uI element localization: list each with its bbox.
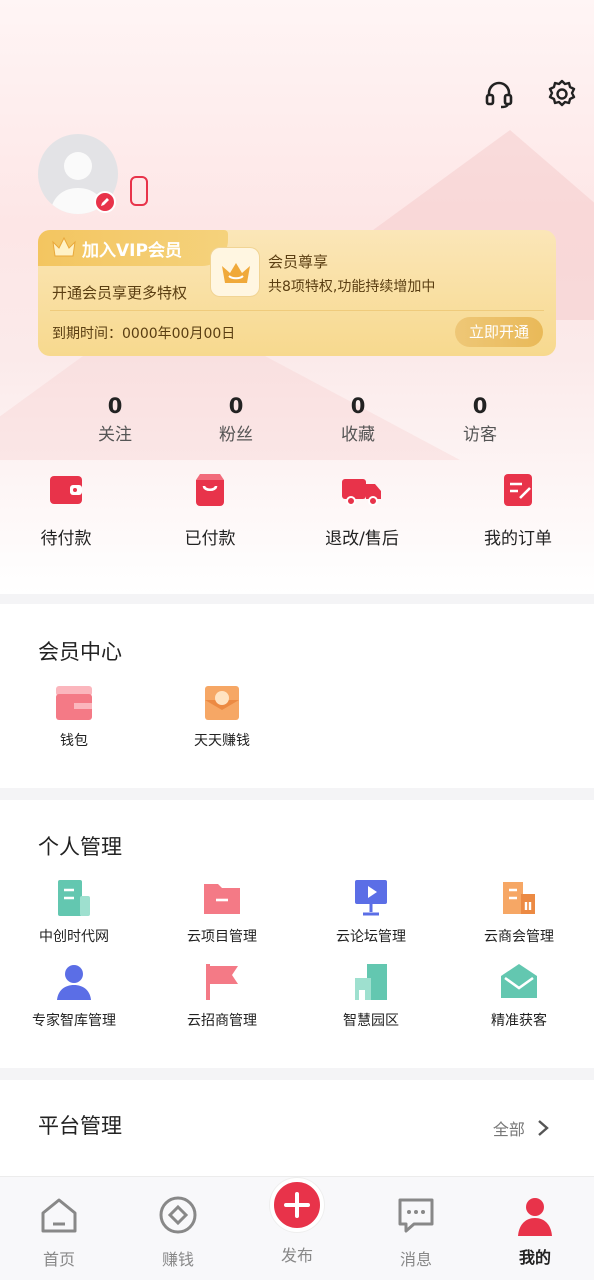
edit-avatar-button[interactable] [94, 191, 116, 213]
headset-icon[interactable] [483, 78, 515, 110]
personal-item[interactable]: 中创时代网 [0, 878, 148, 946]
vip-activate-button[interactable]: 立即开通 [455, 317, 543, 347]
presentation-icon [355, 880, 387, 916]
chat-icon [398, 1198, 434, 1233]
item-label: 中创时代网 [39, 929, 109, 945]
stat-following[interactable]: 0 关注 [65, 392, 165, 450]
stat-fans[interactable]: 0 粉丝 [186, 392, 286, 450]
member-wallet[interactable]: 钱包 [0, 684, 148, 750]
stat-value: 0 [350, 394, 366, 418]
office-icon [503, 882, 535, 914]
tab-mine[interactable]: 我的 [490, 1196, 580, 1268]
item-label: 精准获客 [491, 1013, 547, 1029]
item-label: 钱包 [60, 733, 88, 749]
order-after-sales[interactable]: 退改/售后 [302, 470, 422, 549]
stat-label: 关注 [98, 425, 132, 445]
order-my-orders[interactable]: 我的订单 [458, 470, 578, 549]
vip-expire-date: 到期时间：0000年00月00日 [52, 326, 236, 342]
tab-earn[interactable]: 赚钱 [133, 1196, 223, 1270]
section-title: 个人管理 [38, 835, 122, 859]
tab-publish[interactable]: 发布 [252, 1240, 342, 1266]
username-placeholder[interactable] [130, 176, 148, 206]
stat-value: 0 [228, 394, 244, 418]
view-all-label: 全部 [492, 1120, 525, 1139]
item-label: 云招商管理 [187, 1013, 257, 1029]
section-title: 会员中心 [38, 640, 122, 664]
target-icon [159, 1196, 197, 1234]
personal-item[interactable]: 云商会管理 [445, 878, 593, 946]
stat-favorites[interactable]: 0 收藏 [308, 392, 408, 450]
vip-description: 开通会员享更多特权 [52, 284, 188, 302]
vip-benefit-icon [210, 247, 260, 297]
red-envelope-icon [205, 686, 239, 720]
stat-value: 0 [472, 394, 488, 418]
pencil-icon [101, 198, 109, 206]
tab-messages[interactable]: 消息 [371, 1196, 461, 1270]
personal-item[interactable]: 精准获客 [445, 962, 593, 1030]
mail-icon [501, 964, 537, 998]
view-all-link[interactable]: 全部 [493, 1116, 550, 1140]
flag-icon [206, 964, 238, 1000]
personal-item[interactable]: 云招商管理 [148, 962, 296, 1030]
personal-item[interactable]: 云项目管理 [148, 878, 296, 946]
section-title: 平台管理 [38, 1114, 122, 1138]
order-label: 已付款 [184, 529, 236, 549]
profile-icon [518, 1198, 552, 1236]
order-edit-icon [504, 474, 532, 506]
item-label: 云论坛管理 [336, 929, 406, 945]
publish-button[interactable] [270, 1178, 324, 1232]
plus-icon [284, 1192, 310, 1218]
gear-icon[interactable] [546, 78, 578, 110]
tab-label: 首页 [42, 1250, 75, 1269]
folder-icon [204, 884, 240, 914]
vip-benefit-description: 共8项特权,功能持续增加中 [268, 279, 436, 295]
vip-benefit-title: 会员尊享 [268, 253, 329, 271]
tab-home[interactable]: 首页 [14, 1196, 104, 1270]
item-label: 天天赚钱 [194, 733, 250, 749]
tab-label: 赚钱 [161, 1250, 194, 1269]
stat-value: 0 [107, 394, 123, 418]
home-icon [41, 1198, 77, 1233]
wallet-icon [50, 476, 82, 504]
personal-item[interactable]: 智慧园区 [297, 962, 445, 1030]
stat-visitors[interactable]: 0 访客 [430, 392, 530, 450]
order-pending-payment[interactable]: 待付款 [6, 470, 126, 549]
wallet-card-icon [56, 686, 92, 720]
order-label: 待付款 [40, 529, 92, 549]
stat-label: 收藏 [341, 425, 375, 445]
crown-icon [52, 236, 76, 257]
building-icon [58, 880, 90, 916]
city-icon [355, 964, 387, 1000]
truck-icon [342, 479, 381, 506]
tab-label: 消息 [399, 1250, 432, 1269]
item-label: 云商会管理 [484, 929, 554, 945]
chevron-right-icon [538, 1120, 549, 1136]
divider [50, 310, 544, 311]
order-label: 我的订单 [484, 529, 552, 549]
personal-item[interactable]: 专家智库管理 [0, 962, 148, 1030]
item-label: 智慧园区 [343, 1013, 399, 1029]
personal-item[interactable]: 云论坛管理 [297, 878, 445, 946]
item-label: 云项目管理 [187, 929, 257, 945]
stat-label: 粉丝 [219, 425, 253, 445]
member-daily-earn[interactable]: 天天赚钱 [148, 684, 296, 750]
person-icon [57, 965, 91, 1000]
stat-label: 访客 [463, 425, 497, 445]
tab-label: 我的 [518, 1248, 551, 1267]
vip-title: 加入VIP会员 [82, 241, 182, 261]
shopping-bag-icon [196, 474, 224, 506]
order-paid[interactable]: 已付款 [150, 470, 270, 549]
order-label: 退改/售后 [325, 529, 399, 549]
tab-label: 发布 [280, 1246, 313, 1265]
item-label: 专家智库管理 [32, 1013, 116, 1029]
